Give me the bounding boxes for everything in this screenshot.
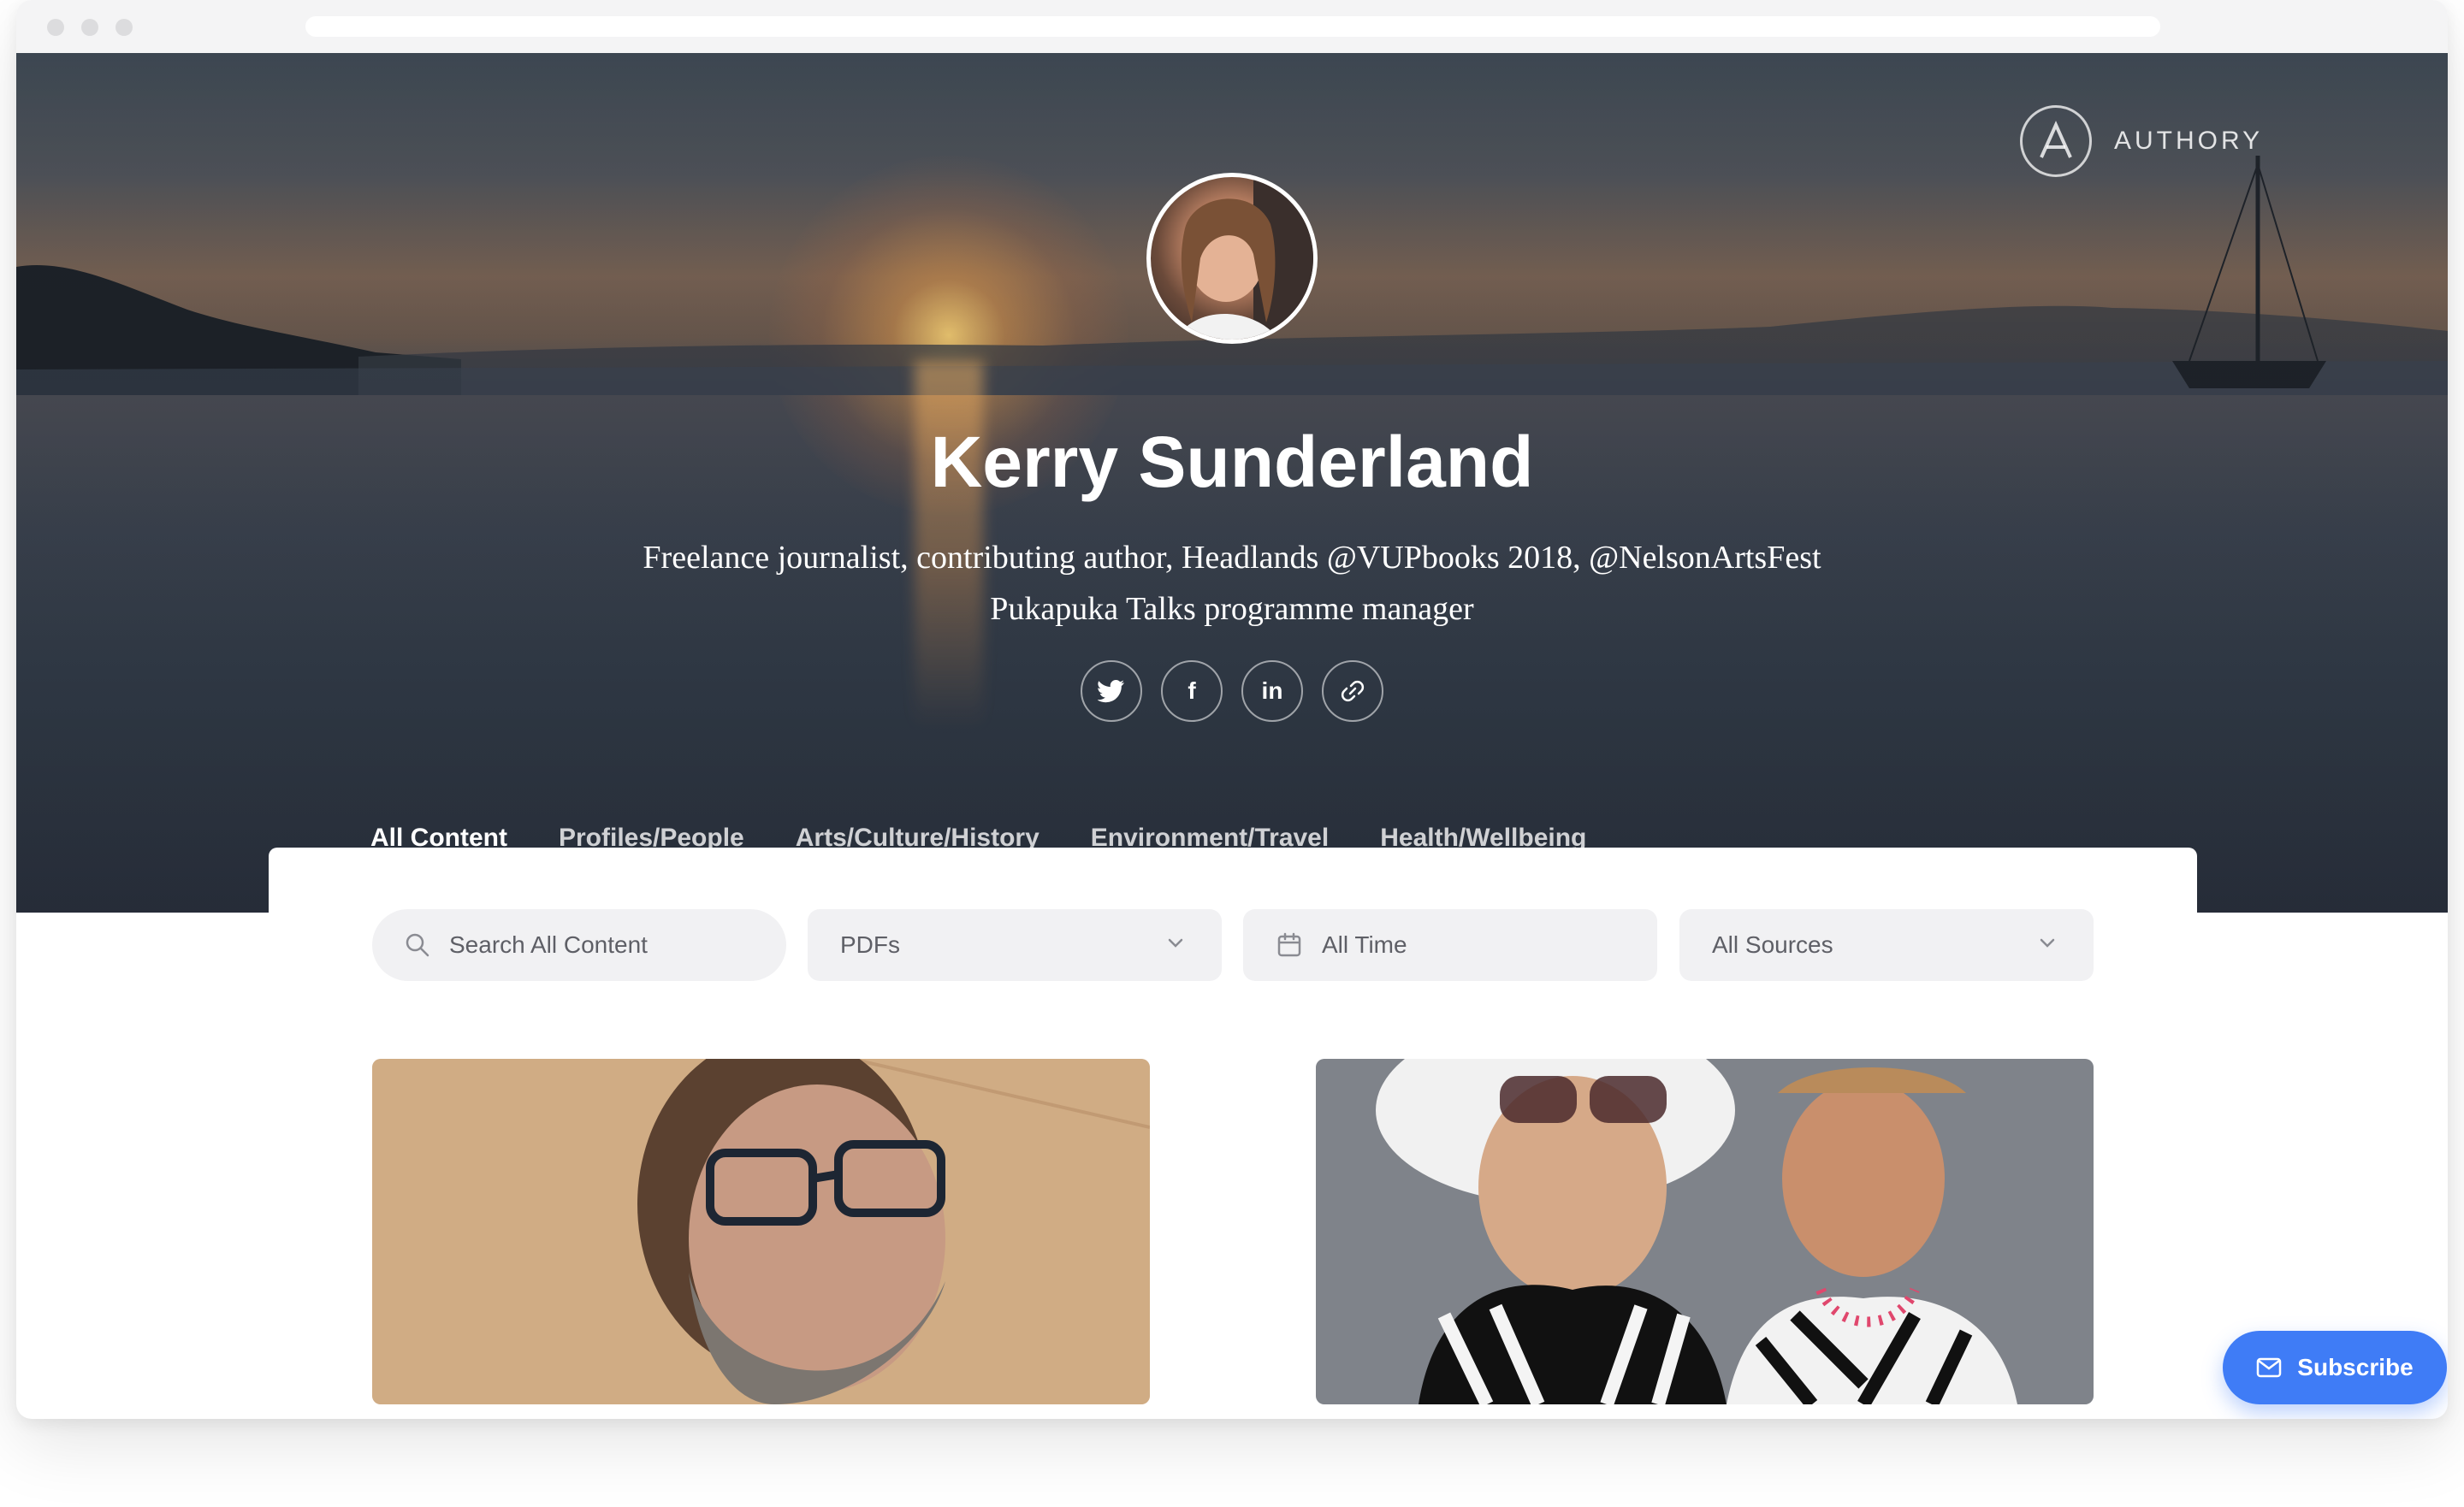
facebook-icon: f (1188, 677, 1196, 704)
subscribe-button[interactable]: Subscribe (2223, 1331, 2447, 1404)
chevron-down-icon (1168, 938, 1183, 948)
browser-window: AUTHORY Kerry Sunderland Freelance journ… (16, 0, 2448, 1419)
social-links: f in (1081, 660, 1383, 722)
brand-name: AUTHORY (2114, 127, 2264, 155)
article-image (372, 1059, 1150, 1404)
browser-chrome (16, 0, 2448, 53)
cover-image: AUTHORY Kerry Sunderland Freelance journ… (16, 53, 2448, 913)
profile-bio: Freelance journalist, contributing autho… (16, 532, 2448, 635)
window-maximize-dot[interactable] (116, 19, 133, 36)
source-select[interactable]: All Sources (1679, 909, 2094, 981)
twitter-icon (1098, 680, 1124, 703)
search-icon (406, 933, 429, 957)
search-field[interactable]: Search All Content (372, 909, 786, 981)
article-image (1316, 1059, 2094, 1404)
window-minimize-dot[interactable] (81, 19, 98, 36)
authory-logo[interactable]: AUTHORY (2020, 104, 2263, 178)
source-value: All Sources (1712, 931, 1833, 958)
content-type-select[interactable]: PDFs (808, 909, 1222, 981)
bio-line: Freelance journalist, contributing autho… (643, 540, 1821, 576)
address-bar[interactable] (305, 16, 2160, 37)
window-close-dot[interactable] (47, 19, 64, 36)
time-range-picker[interactable]: All Time (1243, 909, 1657, 981)
link-icon (1341, 680, 1365, 702)
facebook-link[interactable]: f (1161, 660, 1223, 722)
subscribe-label: Subscribe (2297, 1354, 2414, 1380)
profile-name: Kerry Sunderland (930, 422, 1534, 502)
search-placeholder: Search All Content (449, 931, 648, 958)
bio-line: Pukapuka Talks programme manager (990, 591, 1474, 627)
chevron-down-icon (2040, 938, 2055, 948)
content-type-value: PDFs (840, 931, 900, 958)
authory-a-icon (2020, 105, 2092, 177)
article-card[interactable] (1316, 1059, 2094, 1404)
mail-icon (2257, 1357, 2282, 1378)
linkedin-icon: in (1261, 677, 1283, 704)
twitter-link[interactable] (1081, 660, 1142, 722)
profile-avatar (1146, 173, 1318, 344)
article-card[interactable] (372, 1059, 1150, 1404)
linkedin-link[interactable]: in (1241, 660, 1303, 722)
calendar-icon (1277, 932, 1301, 957)
website-link[interactable] (1322, 660, 1383, 722)
time-range-value: All Time (1322, 931, 1407, 958)
